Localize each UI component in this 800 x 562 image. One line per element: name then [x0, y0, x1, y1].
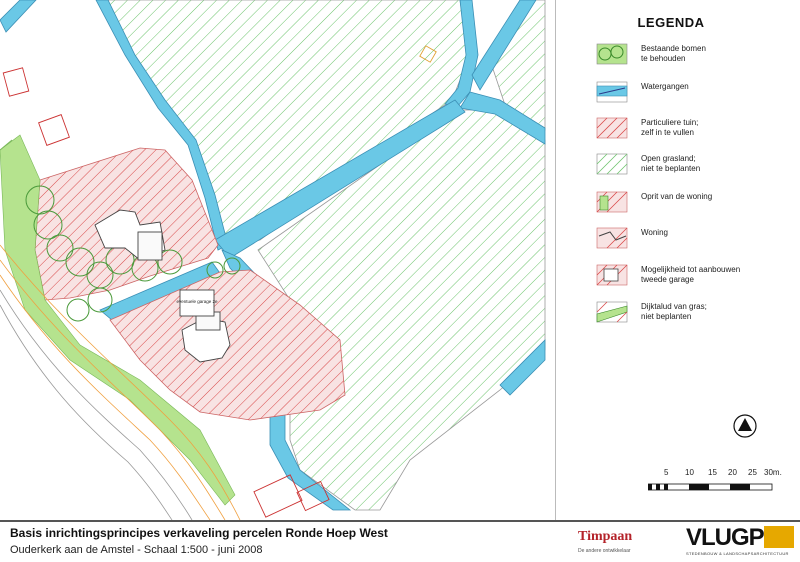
timpaan-tagline: De andere ontwikkelaar [578, 548, 631, 554]
legend-item-driveway: Oprit van de woning [596, 190, 796, 224]
legend-label-grassland: Open grasland; niet te beplanten [641, 154, 701, 173]
trees-icon [596, 43, 628, 65]
legend-item-grassland: Open grasland; niet te beplanten [596, 152, 796, 186]
vlugp-logo: VLUGP STEDENBOUW & LANDSCHAPSARCHITECTUU… [686, 524, 796, 558]
scale-tick: 20 [728, 468, 737, 477]
legend-title: LEGENDA [637, 15, 705, 30]
legend-label-house: Woning [641, 228, 668, 237]
title-block: Basis inrichtingsprincipes verkaveling p… [0, 520, 800, 562]
legend-item-trees: Bestaande bomen te behouden [596, 42, 796, 76]
map-subtitle: Ouderkerk aan de Amstel - Schaal 1:500 -… [10, 544, 263, 556]
scale-tick: 30m. [764, 468, 782, 477]
house-icon [596, 227, 628, 249]
map-canvas: eventuele garage 2e [0, 0, 546, 520]
vlugp-tagline: STEDENBOUW & LANDSCHAPSARCHITECTUUR [686, 551, 789, 556]
legend-label-dike: Dijktalud van gras; niet beplanten [641, 302, 707, 321]
legend-label-trees: Bestaande bomen te behouden [641, 44, 706, 63]
scale-tick: 5 [664, 468, 669, 477]
garage-icon [596, 264, 628, 286]
scale-bar: 5 10 15 20 25 30m. [648, 468, 782, 494]
driveway-icon [596, 191, 628, 213]
legend-label-garden: Particuliere tuin; zelf in te vullen [641, 118, 699, 137]
garage-label: eventuele garage 2e [176, 299, 218, 304]
north-arrow-icon [733, 414, 757, 438]
scale-tick: 15 [708, 468, 717, 477]
legend-item-garage: Mogelijkheid tot aanbouwen tweede garage [596, 263, 796, 297]
grassland-icon [596, 153, 628, 175]
map-sheet: eventuele garage 2e LEGENDA Bestaande bo… [0, 0, 800, 562]
vlugp-logo-text: VLUGP [686, 524, 765, 551]
map-title: Basis inrichtingsprincipes verkaveling p… [10, 526, 388, 540]
scale-tick: 10 [685, 468, 694, 477]
water-icon [596, 81, 628, 103]
timpaan-logo: Timpaan De andere ontwikkelaar [572, 528, 656, 558]
legend-item-water: Watergangen [596, 80, 796, 114]
garage-option: eventuele garage 2e [176, 289, 218, 317]
vlugp-accent [764, 526, 794, 548]
scale-tick: 25 [748, 468, 757, 477]
timpaan-logo-text: Timpaan [578, 529, 633, 544]
scale-bar-graphic [648, 483, 773, 491]
private-garden-icon [596, 117, 628, 139]
legend-item-house: Woning [596, 226, 796, 260]
legend-label-water: Watergangen [641, 82, 689, 91]
dike-slope-icon [596, 301, 628, 323]
legend-label-garage: Mogelijkheid tot aanbouwen tweede garage [641, 265, 741, 284]
legend-item-garden: Particuliere tuin; zelf in te vullen [596, 116, 796, 150]
legend-panel: LEGENDA Bestaande bomen te behouden Wate… [555, 0, 800, 520]
legend-label-driveway: Oprit van de woning [641, 192, 713, 201]
legend-item-dike: Dijktalud van gras; niet beplanten [596, 300, 796, 334]
